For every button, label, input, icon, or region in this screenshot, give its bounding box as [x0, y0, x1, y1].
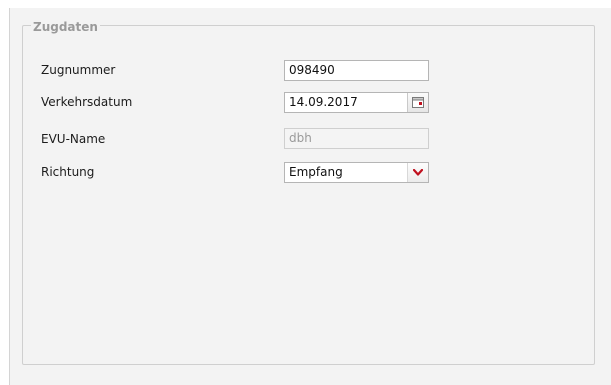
- zugnummer-label: Zugnummer: [41, 63, 116, 77]
- chevron-down-icon[interactable]: [407, 163, 428, 182]
- calendar-icon[interactable]: [407, 93, 428, 112]
- evu-name-label: EVU-Name: [41, 132, 106, 146]
- richtung-value: Empfang: [289, 165, 343, 179]
- evu-name-value: dbh: [289, 131, 312, 145]
- verkehrsdatum-label: Verkehrsdatum: [41, 95, 133, 109]
- evu-name-input: dbh: [284, 128, 429, 149]
- zugnummer-input[interactable]: 098490: [284, 60, 429, 81]
- richtung-label: Richtung: [41, 165, 95, 179]
- verkehrsdatum-value: 14.09.2017: [289, 95, 358, 109]
- fieldset-legend: Zugdaten: [31, 20, 100, 34]
- verkehrsdatum-input[interactable]: 14.09.2017: [284, 92, 429, 113]
- richtung-select[interactable]: Empfang: [284, 162, 429, 183]
- panel-footer: [10, 373, 611, 385]
- zugnummer-value: 098490: [289, 63, 335, 77]
